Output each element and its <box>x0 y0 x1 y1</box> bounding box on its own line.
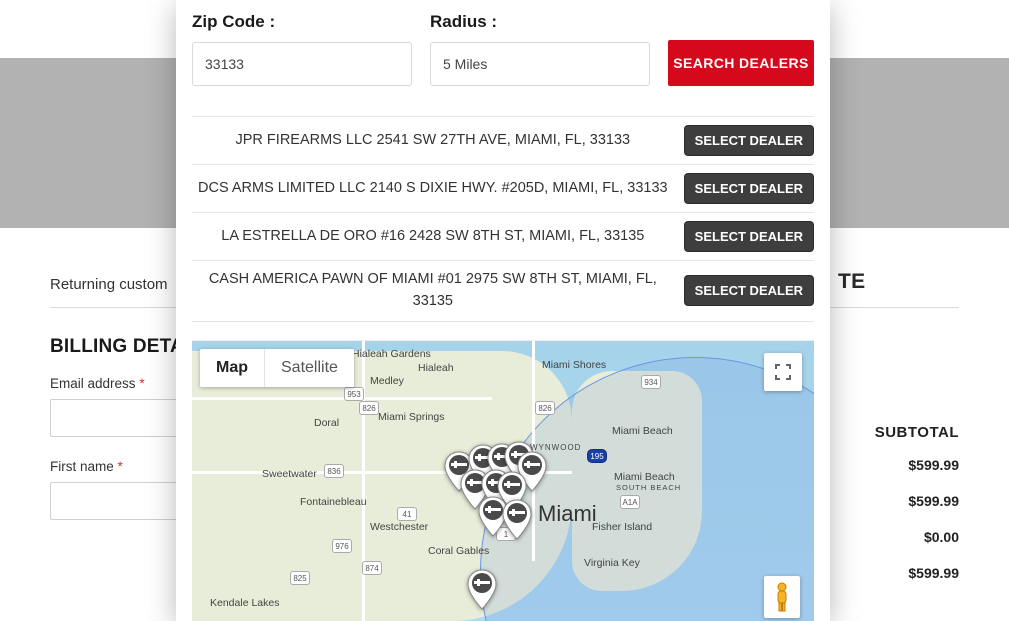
radius-select[interactable] <box>430 42 650 86</box>
map-label-kendale-lakes: Kendale Lakes <box>210 597 279 609</box>
map-road <box>192 397 492 400</box>
map-label-coral-gables: Coral Gables <box>428 545 489 557</box>
fullscreen-button[interactable] <box>764 353 802 391</box>
map-label-virginia-key: Virginia Key <box>584 557 640 569</box>
map-type-satellite-button[interactable]: Satellite <box>265 349 354 387</box>
zip-input[interactable] <box>192 42 412 86</box>
amount: $599.99 <box>875 457 959 473</box>
map-marker[interactable] <box>500 499 534 541</box>
map-shield: 874 <box>362 561 382 575</box>
dealer-row: JPR FIREARMS LLC 2541 SW 27TH AVE, MIAMI… <box>192 117 814 165</box>
map-label-medley: Medley <box>370 375 404 387</box>
map-shield: 826 <box>535 401 555 415</box>
dealer-locator-modal: Zip Code : Radius : SEARCH DEALERS JPR F… <box>176 0 830 621</box>
radius-label: Radius : <box>430 12 650 32</box>
select-dealer-button[interactable]: SELECT DEALER <box>684 125 814 156</box>
subtotal-heading: SUBTOTAL <box>875 424 959 441</box>
map-shield: 976 <box>332 539 352 553</box>
dealer-row: DCS ARMS LIMITED LLC 2140 S DIXIE HWY. #… <box>192 165 814 213</box>
search-row: Zip Code : Radius : SEARCH DEALERS <box>192 0 814 94</box>
map-label-westchester: Westchester <box>370 521 428 533</box>
map-label-miami-springs: Miami Springs <box>378 411 445 423</box>
zip-label: Zip Code : <box>192 12 412 32</box>
map-label-hialeah-gardens: Hialeah Gardens <box>352 349 431 361</box>
map-label-fisher-island: Fisher Island <box>592 521 652 533</box>
dealer-list[interactable]: JPR FIREARMS LLC 2541 SW 27TH AVE, MIAMI… <box>192 116 814 334</box>
search-dealers-button[interactable]: SEARCH DEALERS <box>668 40 814 86</box>
dealer-text: JPR FIREARMS LLC 2541 SW 27TH AVE, MIAMI… <box>192 130 674 152</box>
map-marker[interactable] <box>465 569 499 611</box>
map-label-miami-shores: Miami Shores <box>542 359 606 371</box>
map-shield: 195 <box>587 449 607 463</box>
map-type-control: Map Satellite <box>200 349 354 387</box>
map-label-miami-beach: Miami Beach <box>612 425 673 437</box>
map-shield: 825 <box>290 571 310 585</box>
amount: $0.00 <box>875 529 959 545</box>
map-label-miami: Miami <box>538 501 597 527</box>
select-dealer-button[interactable]: SELECT DEALER <box>684 275 814 306</box>
dealer-row: EL DIAMANTE JEWELRY AND PAWN 2300 W FLAG… <box>192 322 814 335</box>
map-shield: A1A <box>620 495 640 509</box>
dealer-text: CASH AMERICA PAWN OF MIAMI #01 2975 SW 8… <box>192 269 674 313</box>
map[interactable]: 953 826 836 41 825 826 976 874 1 195 934… <box>192 340 814 621</box>
map-type-map-button[interactable]: Map <box>200 349 264 387</box>
map-road <box>362 341 365 621</box>
amount: $599.99 <box>875 565 959 581</box>
amount: $599.99 <box>875 493 959 509</box>
dealer-text: LA ESTRELLA DE ORO #16 2428 SW 8TH ST, M… <box>192 226 674 248</box>
map-label-doral: Doral <box>314 417 339 429</box>
dealer-row: LA ESTRELLA DE ORO #16 2428 SW 8TH ST, M… <box>192 213 814 261</box>
dealer-row: CASH AMERICA PAWN OF MIAMI #01 2975 SW 8… <box>192 261 814 322</box>
fullscreen-icon <box>775 364 791 380</box>
map-label-fontainebleau: Fontainebleau <box>300 496 367 508</box>
pegman-icon <box>772 582 792 612</box>
map-shield: 953 <box>344 387 364 401</box>
select-dealer-button[interactable]: SELECT DEALER <box>684 173 814 204</box>
map-shield: 836 <box>324 464 344 478</box>
dealer-text: DCS ARMS LIMITED LLC 2140 S DIXIE HWY. #… <box>192 178 674 200</box>
map-label-miami-beach2: Miami Beach <box>614 471 675 483</box>
map-label-south-beach: SOUTH BEACH <box>616 483 681 492</box>
totals-column: SUBTOTAL $599.99 $599.99 $0.00 $599.99 <box>875 424 959 601</box>
map-shield: 934 <box>641 375 661 389</box>
map-label-sweetwater: Sweetwater <box>262 468 317 480</box>
bg-partial-word: TE <box>838 270 865 294</box>
pegman-button[interactable] <box>764 576 800 618</box>
map-label-hialeah: Hialeah <box>418 362 454 374</box>
dealer-results: JPR FIREARMS LLC 2541 SW 27TH AVE, MIAMI… <box>192 116 814 334</box>
dealer-text: EL DIAMANTE JEWELRY AND PAWN 2300 W FLAG… <box>192 330 674 335</box>
map-shield: 826 <box>359 401 379 415</box>
map-shield: 41 <box>397 507 417 521</box>
select-dealer-button[interactable]: SELECT DEALER <box>684 221 814 252</box>
